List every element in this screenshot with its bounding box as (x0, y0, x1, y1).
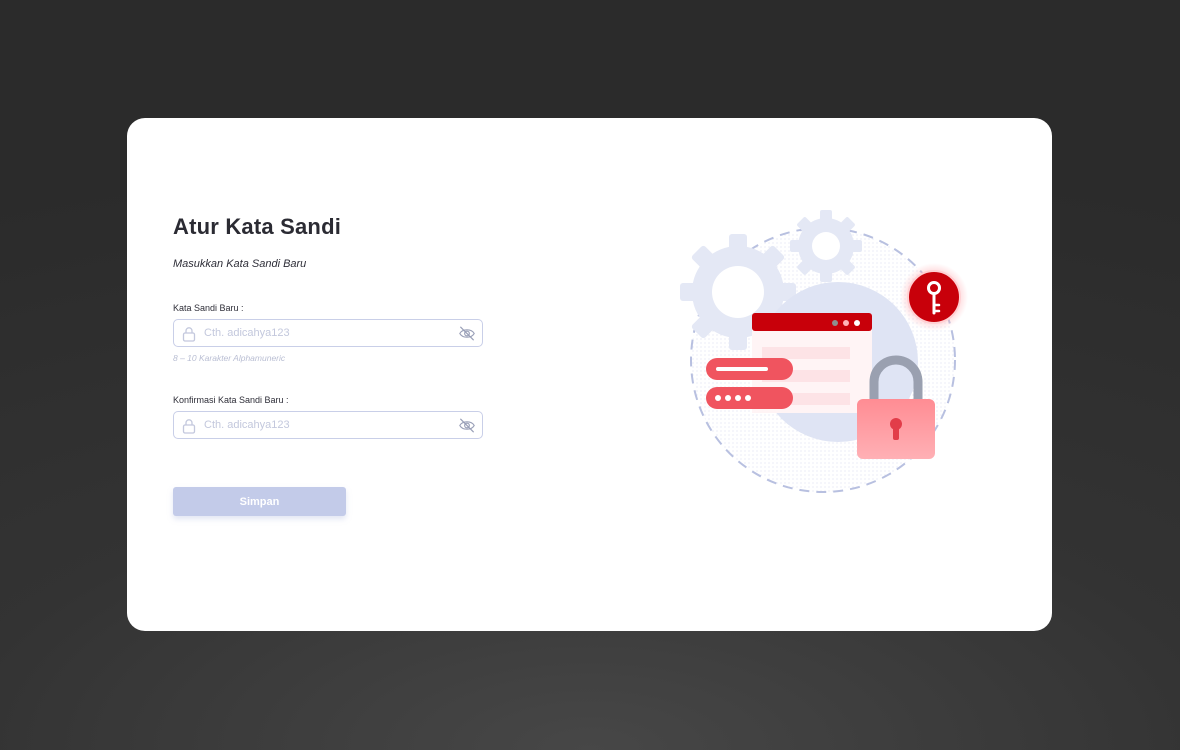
password-hint: 8 – 10 Karakter Alphamuneric (173, 353, 286, 363)
lock-icon (182, 419, 196, 434)
confirm-password-input[interactable] (204, 416, 449, 434)
new-password-input[interactable] (204, 324, 449, 342)
gear-icon (790, 210, 862, 282)
key-icon (900, 263, 968, 331)
confirm-password-label: Konfirmasi Kata Sandi Baru : (173, 395, 289, 405)
page-subtitle: Masukkan Kata Sandi Baru (173, 258, 307, 270)
confirm-password-field-container (173, 411, 483, 439)
eye-off-icon[interactable] (458, 417, 476, 434)
password-field-container (173, 319, 483, 347)
password-security-illustration (680, 210, 968, 493)
page-title: Atur Kata Sandi (173, 214, 342, 239)
save-button[interactable]: Simpan (173, 487, 346, 516)
lock-icon (182, 327, 196, 342)
eye-off-icon[interactable] (458, 325, 476, 342)
password-label: Kata Sandi Baru : (173, 303, 244, 313)
